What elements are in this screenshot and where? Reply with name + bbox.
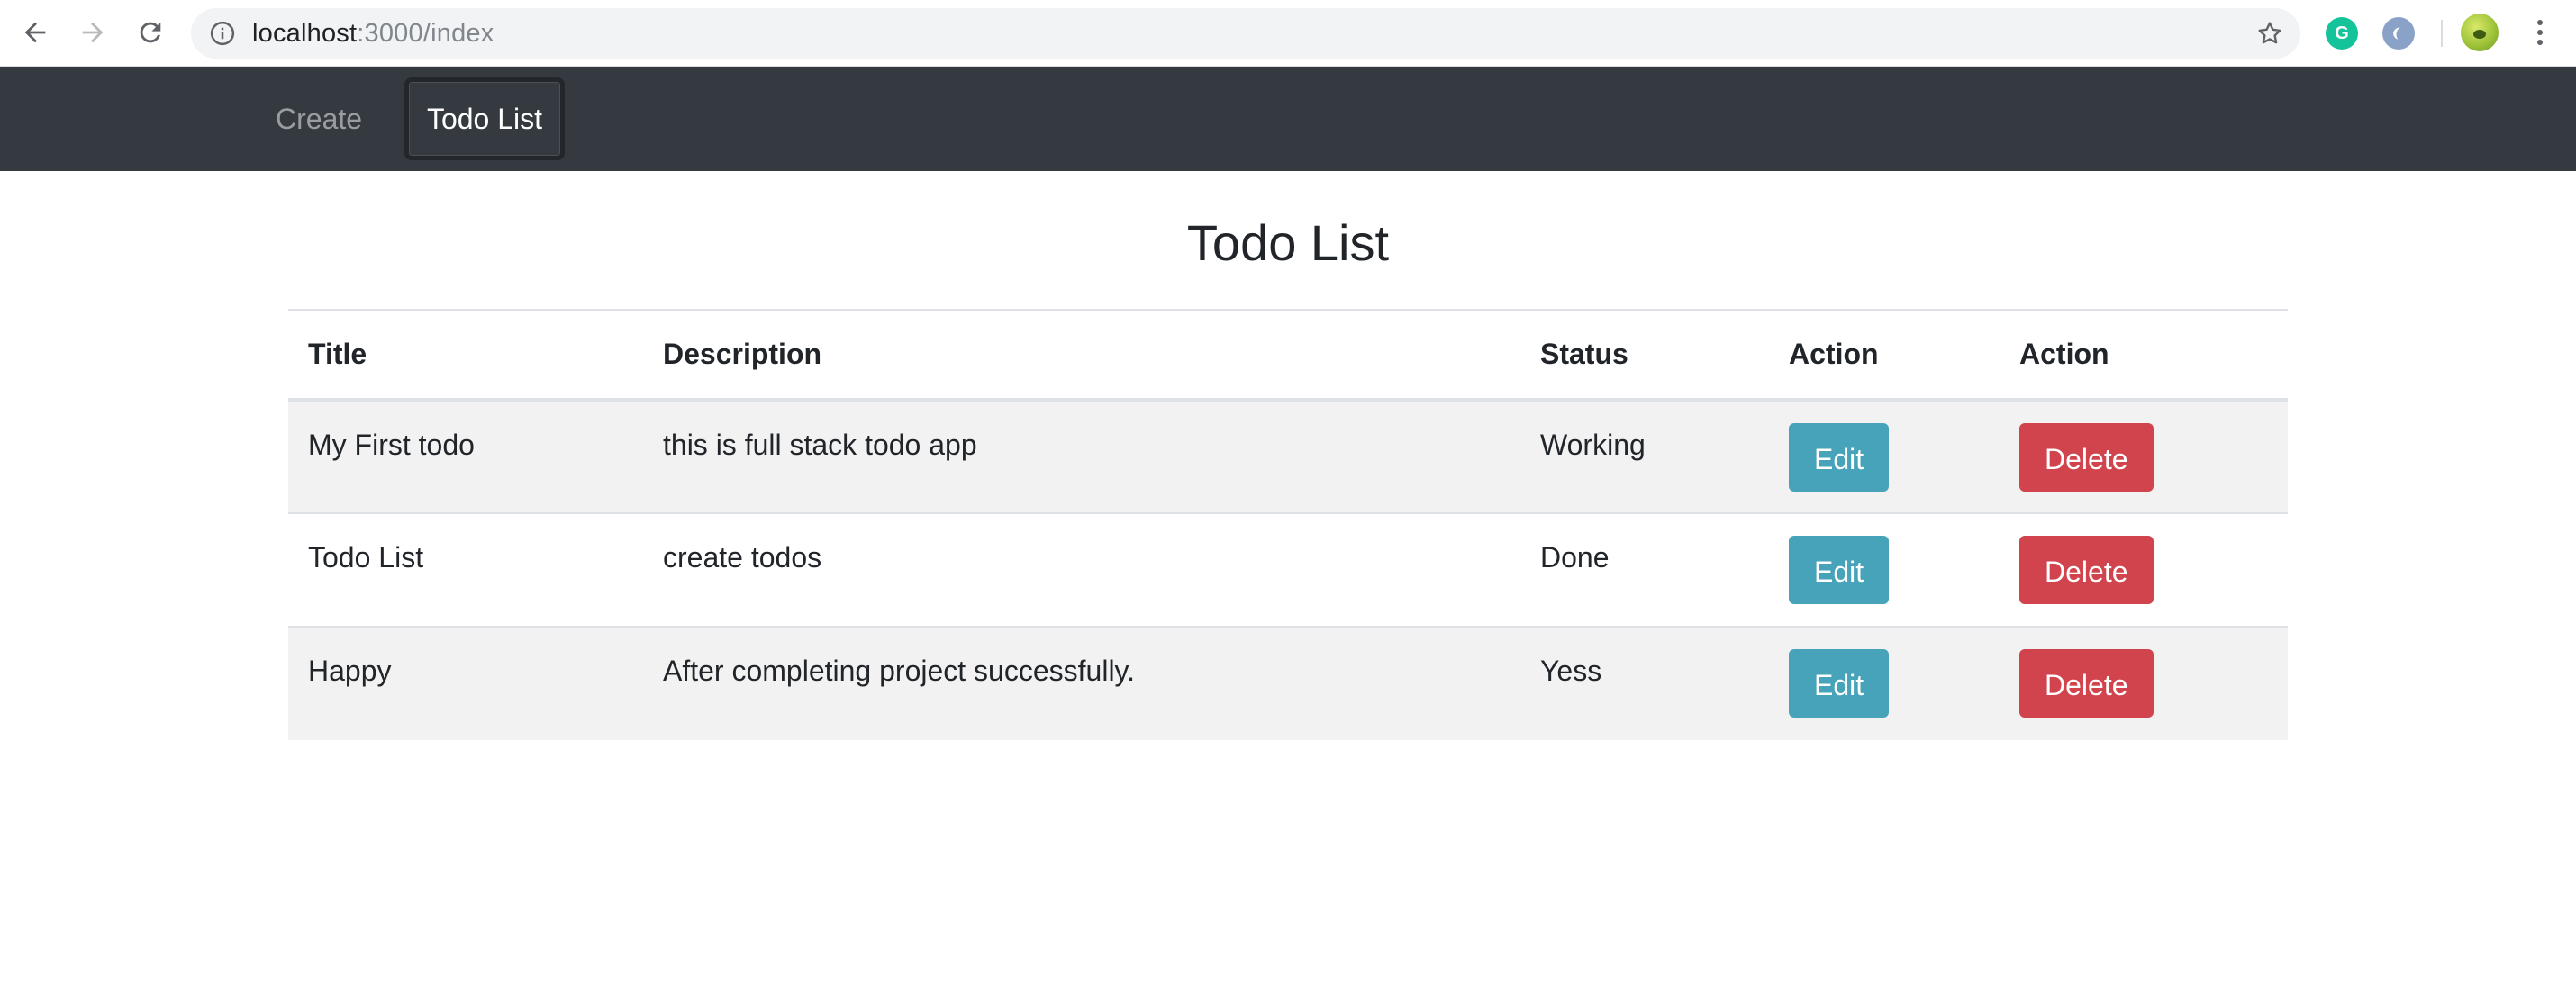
delete-button[interactable]: Delete: [2019, 649, 2154, 718]
table-row: Happy After completing project successfu…: [288, 626, 2288, 740]
url-path: :3000/index: [357, 19, 494, 48]
star-icon[interactable]: [2255, 19, 2284, 48]
table-header-row: Title Description Status Action Action: [288, 309, 2288, 402]
edit-button[interactable]: Edit: [1789, 536, 1890, 604]
column-header-title: Title: [288, 309, 643, 402]
nav-link-todo-list[interactable]: Todo List: [404, 77, 565, 160]
column-header-action-delete: Action: [2000, 309, 2288, 402]
cell-status: Working: [1520, 399, 1769, 513]
cell-edit-action: Edit: [1769, 626, 2000, 740]
column-header-action-edit: Action: [1769, 309, 2000, 402]
grammarly-extension-icon[interactable]: G: [2326, 17, 2358, 50]
edit-button[interactable]: Edit: [1789, 649, 1890, 718]
table-header: Title Description Status Action Action: [288, 309, 2288, 402]
edit-button[interactable]: Edit: [1789, 423, 1890, 492]
url-host: localhost: [252, 19, 358, 48]
reload-icon[interactable]: [129, 11, 172, 54]
cell-edit-action: Edit: [1769, 512, 2000, 627]
address-bar[interactable]: localhost:3000/index: [191, 8, 2300, 59]
delete-button[interactable]: Delete: [2019, 423, 2154, 492]
table-row: My First todo this is full stack todo ap…: [288, 399, 2288, 513]
cell-description: After completing project successfully.: [643, 626, 1520, 740]
back-arrow-icon[interactable]: [14, 11, 57, 54]
cell-title: My First todo: [288, 399, 643, 513]
cell-delete-action: Delete: [2000, 399, 2288, 513]
forward-arrow-icon[interactable]: [71, 11, 114, 54]
page-title: Todo List: [1186, 214, 1390, 271]
info-icon[interactable]: [209, 20, 236, 47]
cell-status: Done: [1520, 512, 1769, 627]
cell-status: Yess: [1520, 626, 1769, 740]
cell-delete-action: Delete: [2000, 626, 2288, 740]
profile-avatar[interactable]: [2461, 14, 2499, 51]
table-body: My First todo this is full stack todo ap…: [288, 399, 2288, 740]
cell-title: Happy: [288, 626, 643, 740]
cell-description: this is full stack todo app: [643, 399, 1520, 513]
table-row: Todo List create todos Done Edit Delete: [288, 512, 2288, 627]
toolbar-divider: [2441, 20, 2443, 47]
menu-dots-icon[interactable]: [2522, 14, 2558, 50]
cell-edit-action: Edit: [1769, 399, 2000, 513]
cell-title: Todo List: [288, 512, 643, 627]
column-header-status: Status: [1520, 309, 1769, 402]
delete-button[interactable]: Delete: [2019, 536, 2154, 604]
nav-link-create[interactable]: Create: [259, 77, 378, 160]
cell-description: create todos: [643, 512, 1520, 627]
browser-toolbar: localhost:3000/index G: [0, 0, 2576, 67]
column-header-description: Description: [643, 309, 1520, 402]
todo-table: Title Description Status Action Action M…: [288, 309, 2288, 740]
extension-icon[interactable]: [2382, 17, 2415, 50]
cell-delete-action: Delete: [2000, 512, 2288, 627]
url-text[interactable]: localhost:3000/index: [252, 8, 494, 59]
app-navbar: Create Todo List: [0, 67, 2576, 171]
